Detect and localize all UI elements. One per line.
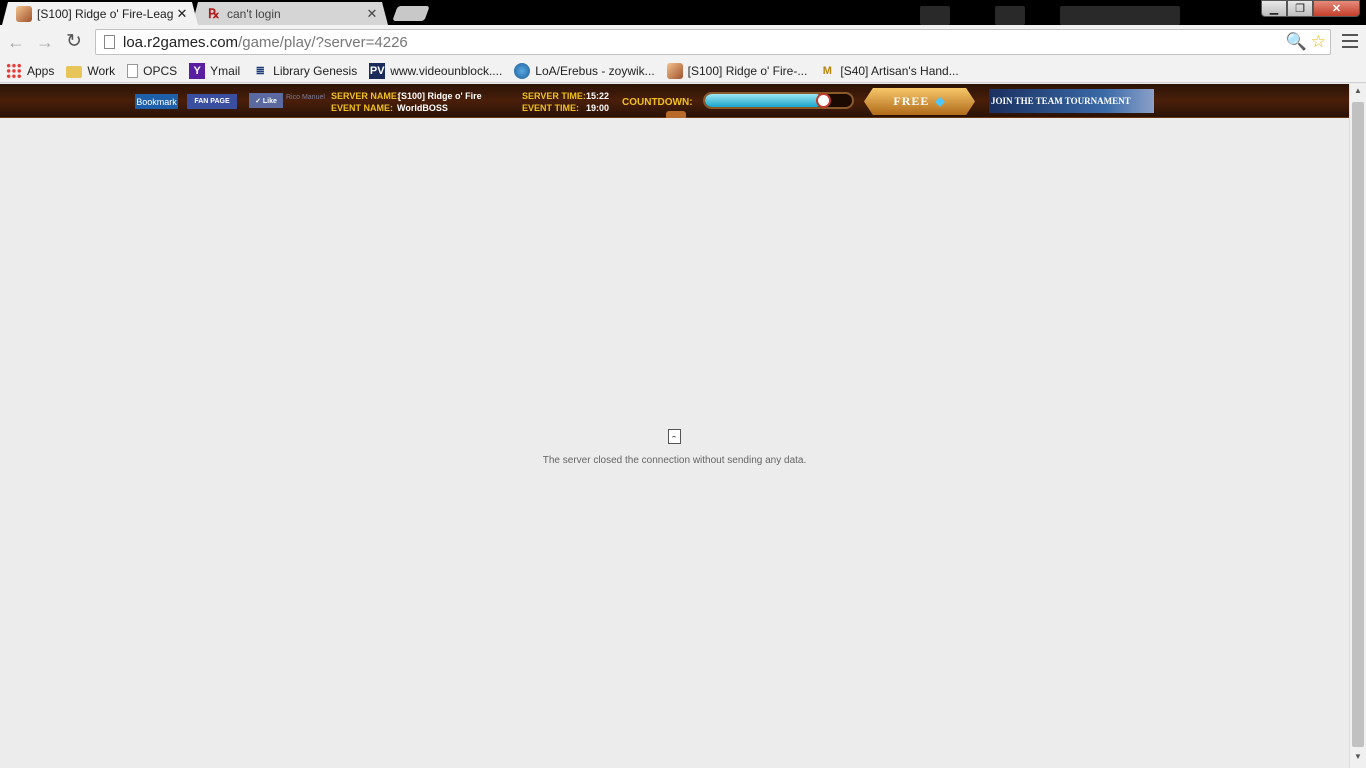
- artisan-icon: M: [822, 64, 832, 77]
- bookmark-label: Apps: [27, 63, 55, 78]
- sad-page-icon: [668, 429, 681, 444]
- yahoo-icon: Y: [189, 62, 206, 79]
- like-button[interactable]: ✓ Like: [249, 93, 283, 108]
- free-gems-button[interactable]: FREE ◆: [864, 88, 975, 115]
- tab-title: [S100] Ridge o' Fire-League: [37, 6, 174, 21]
- faded-username: Rico Manuel: [286, 94, 325, 101]
- tab-title: can't login: [227, 6, 281, 21]
- minimize-button[interactable]: ▁: [1261, 0, 1287, 17]
- tab-favicon-icon: [16, 5, 32, 22]
- event-name-value: WorldBOSS: [397, 103, 448, 113]
- bookmark-star-icon[interactable]: ☆: [1311, 32, 1326, 52]
- folder-icon: [66, 65, 83, 78]
- server-time-value: 15:22: [586, 91, 610, 101]
- tab-cant-login[interactable]: ℞ can't login ✕: [192, 2, 388, 25]
- address-bar[interactable]: loa.r2games.com/game/play/?server=4226 🔍…: [95, 29, 1331, 55]
- bookmark-game-button[interactable]: Bookmark: [135, 94, 178, 109]
- bookmark-label: OPCS: [143, 63, 178, 78]
- bookmark-s100[interactable]: [S100] Ridge o' Fire-...: [666, 62, 808, 79]
- tab-ridge-o-fire[interactable]: [S100] Ridge o' Fire-League ✕: [2, 2, 198, 25]
- server-name-label: SERVER NAME:: [331, 91, 400, 101]
- countdown-progress-bar[interactable]: [703, 92, 854, 109]
- close-window-button[interactable]: ✕: [1313, 0, 1360, 17]
- server-time-label: SERVER TIME:: [522, 91, 586, 101]
- event-time-value: 19:00: [586, 103, 610, 113]
- countdown-knob-icon: [816, 93, 831, 108]
- bookmark-work[interactable]: Work: [66, 64, 115, 78]
- bookmark-opcs[interactable]: OPCS: [127, 63, 178, 78]
- forward-button[interactable]: →: [35, 33, 55, 53]
- bookmark-loa-erebus[interactable]: LoA/Erebus - zoywik...: [514, 62, 655, 79]
- chrome-menu-button[interactable]: [1342, 34, 1358, 48]
- game-icon: [666, 62, 683, 79]
- zoom-icon[interactable]: 🔍: [1286, 32, 1307, 52]
- bookmark-label: Work: [87, 63, 116, 78]
- videounblock-icon: PV: [369, 62, 386, 79]
- event-name-label: EVENT NAME:: [331, 103, 394, 113]
- url-host: loa.r2games.com: [123, 33, 239, 51]
- bookmark-library-genesis[interactable]: ≣ Library Genesis: [252, 63, 358, 79]
- bookmark-label: Ymail: [210, 63, 241, 78]
- tab-favicon-icon: ℞: [208, 5, 220, 21]
- title-bar: ℞ can't login ✕ [S100] Ridge o' Fire-Lea…: [0, 0, 1366, 25]
- taskbar-preview-decor: [920, 6, 950, 25]
- browser-toolbar: ← → ↻ loa.r2games.com/game/play/?server=…: [0, 25, 1366, 59]
- bookmark-ymail[interactable]: Y Ymail: [189, 62, 241, 79]
- bookmark-label: [S40] Artisan's Hand...: [840, 63, 959, 78]
- countdown-progress-fill: [705, 94, 823, 107]
- bookmark-apps[interactable]: Apps: [6, 62, 55, 79]
- bookmark-label: LoA/Erebus - zoywik...: [535, 63, 655, 78]
- banner-collapse-handle[interactable]: [666, 111, 686, 118]
- error-message: The server closed the connection without…: [542, 455, 807, 466]
- team-tournament-button[interactable]: JOIN THE TEAM TOURNAMENT: [989, 89, 1154, 113]
- new-tab-button[interactable]: [392, 6, 430, 21]
- bookmark-s40[interactable]: M [S40] Artisan's Hand...: [819, 63, 959, 79]
- scroll-up-arrow-icon[interactable]: ▲: [1350, 86, 1366, 98]
- bookmarks-bar: Apps Work OPCS Y Ymail ≣ Library Genesis P…: [0, 59, 1366, 83]
- vertical-scrollbar[interactable]: ▲ ▼: [1349, 84, 1366, 768]
- countdown-label: COUNTDOWN:: [622, 97, 693, 108]
- server-name-value: [S100] Ridge o' Fire: [398, 91, 482, 101]
- url-text[interactable]: loa.r2games.com/game/play/?server=4226: [123, 34, 408, 51]
- scroll-down-arrow-icon[interactable]: ▼: [1350, 752, 1366, 764]
- bookmark-videounblock[interactable]: PV www.videounblock....: [369, 62, 503, 79]
- tab-close-icon[interactable]: ✕: [364, 6, 380, 22]
- back-button[interactable]: ←: [6, 33, 26, 53]
- free-label: FREE: [893, 94, 930, 108]
- scrollbar-thumb[interactable]: [1352, 102, 1364, 747]
- taskbar-preview-decor: [995, 6, 1025, 25]
- event-time-label: EVENT TIME:: [522, 103, 580, 113]
- page-icon: [127, 63, 139, 78]
- diamond-icon: ◆: [935, 94, 946, 108]
- reload-button[interactable]: ↻: [64, 32, 84, 53]
- fan-page-button[interactable]: FAN PAGE: [187, 94, 237, 109]
- globe-icon: [514, 62, 531, 79]
- library-genesis-icon: ≣: [255, 65, 265, 77]
- apps-icon: [6, 62, 22, 79]
- url-path: /game/play/?server=4226: [238, 33, 408, 51]
- bookmark-label: www.videounblock....: [390, 63, 503, 78]
- maximize-button[interactable]: ❐: [1287, 0, 1313, 17]
- bookmark-label: Library Genesis: [273, 63, 358, 78]
- bookmark-label: [S100] Ridge o' Fire-...: [687, 63, 808, 78]
- page-icon: [104, 35, 115, 49]
- tab-close-icon[interactable]: ✕: [174, 6, 190, 22]
- taskbar-preview-decor: [1060, 6, 1180, 25]
